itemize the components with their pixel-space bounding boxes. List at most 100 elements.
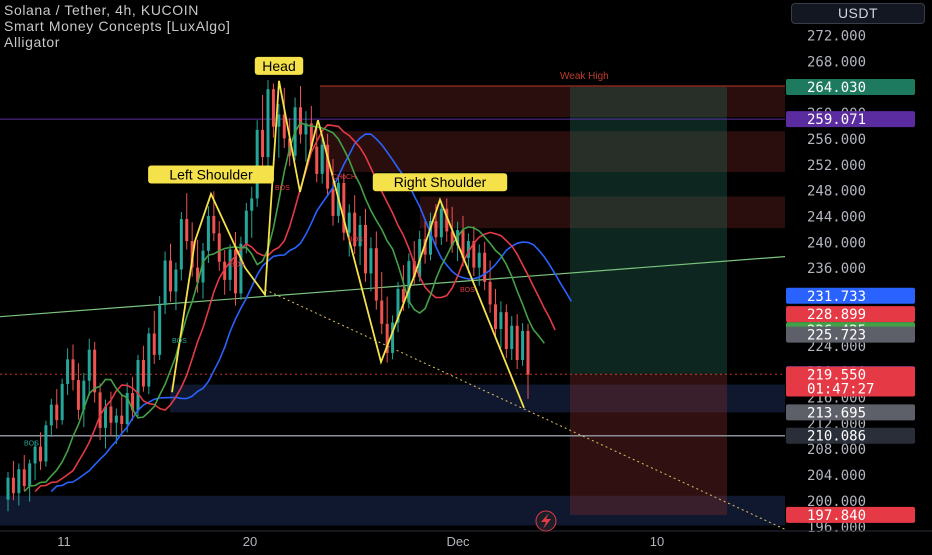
price-tag-value: 213.695: [807, 405, 866, 421]
price-tick-label: 240.000: [807, 235, 866, 251]
price-tag-value: 264.030: [807, 80, 866, 96]
candle-body: [33, 446, 37, 464]
label-left-shoulder: Left Shoulder: [169, 166, 253, 182]
candle-body: [510, 325, 514, 350]
candle-body: [141, 360, 145, 387]
structure-label: BOS: [230, 261, 245, 268]
candle-body: [114, 415, 118, 423]
candle-body: [158, 305, 162, 355]
candle-body: [255, 129, 259, 199]
candle-body: [439, 208, 443, 238]
price-tag-value: 259.071: [807, 112, 866, 128]
structure-label: CHoCH: [332, 174, 356, 181]
candle-body: [109, 406, 113, 423]
candle-body: [315, 146, 319, 174]
time-tick-label: Dec: [446, 534, 470, 549]
candle-body: [488, 281, 492, 305]
candle-body: [39, 446, 42, 462]
candle-body: [66, 359, 70, 384]
countdown-label: 01:47:27: [807, 382, 874, 398]
time-tick-label: 11: [57, 534, 71, 549]
candle-body: [152, 333, 156, 355]
candle-body: [277, 114, 281, 127]
candle-body: [87, 349, 91, 381]
currency-button[interactable]: USDT: [791, 3, 925, 24]
structure-label: BOS: [460, 287, 475, 294]
candle-body: [174, 269, 178, 292]
price-tag-value: 228.899: [807, 307, 866, 323]
candle-body: [76, 380, 80, 410]
candle-body: [515, 325, 519, 361]
time-tick-label: 10: [650, 534, 664, 549]
candle-body: [271, 89, 275, 127]
price-tick-label: 252.000: [807, 158, 866, 174]
structure-label: BOS: [172, 338, 187, 345]
candle-body: [434, 221, 438, 238]
candle-body: [364, 224, 367, 274]
candle-body: [244, 210, 248, 244]
price-tag-value: 231.733: [807, 289, 866, 305]
price-tick-label: 248.000: [807, 184, 866, 200]
structure-label: BOS: [24, 440, 39, 447]
candle-body: [55, 404, 59, 421]
structure-label: BOS: [348, 237, 363, 244]
price-tick-label: 236.000: [807, 261, 866, 277]
candle-body: [179, 219, 183, 270]
candle-body: [347, 212, 351, 233]
candle-body: [60, 383, 64, 421]
long-target-zone: [570, 87, 727, 375]
price-tag-value: 210.086: [807, 429, 866, 445]
candle-body: [98, 392, 102, 428]
candle-body: [163, 260, 167, 306]
candle-body: [483, 252, 487, 282]
time-tick-label: 20: [243, 534, 257, 549]
candle-body: [369, 248, 373, 274]
structure-label: BOS: [275, 185, 290, 192]
candle-body: [169, 260, 172, 292]
candle-body: [93, 349, 97, 393]
chart-canvas[interactable]: Weak High Head Left Shoulder Right Shoulder…: [0, 0, 932, 550]
candle-body: [71, 359, 75, 381]
candle-body: [6, 477, 10, 500]
price-tick-label: 244.000: [807, 210, 866, 226]
price-tag-value: 197.840: [807, 508, 866, 524]
candle-body: [499, 312, 503, 329]
time-axis: 11 20 Dec 10: [0, 530, 932, 550]
candle-body: [250, 198, 254, 211]
candle-body: [320, 144, 324, 174]
candle-body: [299, 107, 302, 135]
price-tag-value: 225.723: [807, 328, 866, 344]
candle-body: [49, 404, 53, 426]
candle-body: [185, 219, 189, 242]
candle-body: [521, 330, 525, 361]
candle-body: [261, 129, 265, 158]
label-right-shoulder: Right Shoulder: [394, 174, 487, 190]
candle-body: [206, 215, 210, 251]
candle-body: [331, 188, 335, 216]
candle-body: [380, 300, 384, 324]
chart[interactable]: Weak High Head Left Shoulder Right Shoulder…: [0, 0, 932, 550]
candle-body: [22, 469, 26, 487]
candle-body: [11, 477, 15, 494]
weak-high-label: Weak High: [560, 71, 609, 82]
candle-body: [147, 333, 151, 387]
candle-body: [494, 304, 497, 329]
price-tick-label: 256.000: [807, 132, 866, 148]
price-axis: 276.000272.000268.000264.000260.000256.0…: [785, 0, 932, 550]
candle-body: [17, 469, 21, 494]
label-head: Head: [262, 58, 295, 74]
candle-body: [120, 415, 124, 424]
price-tick-label: 272.000: [807, 29, 866, 45]
candle-body: [504, 312, 508, 350]
price-tick-label: 204.000: [807, 468, 866, 484]
candle-body: [44, 425, 48, 462]
candle-body: [136, 360, 140, 411]
candle-body: [266, 89, 270, 158]
price-tick-label: 268.000: [807, 54, 866, 70]
candle-body: [526, 330, 530, 375]
candle-body: [28, 463, 32, 487]
candle-body: [477, 252, 481, 268]
long-stop-zone: [570, 374, 727, 515]
candle-body: [217, 233, 221, 262]
candle-body: [374, 248, 378, 301]
